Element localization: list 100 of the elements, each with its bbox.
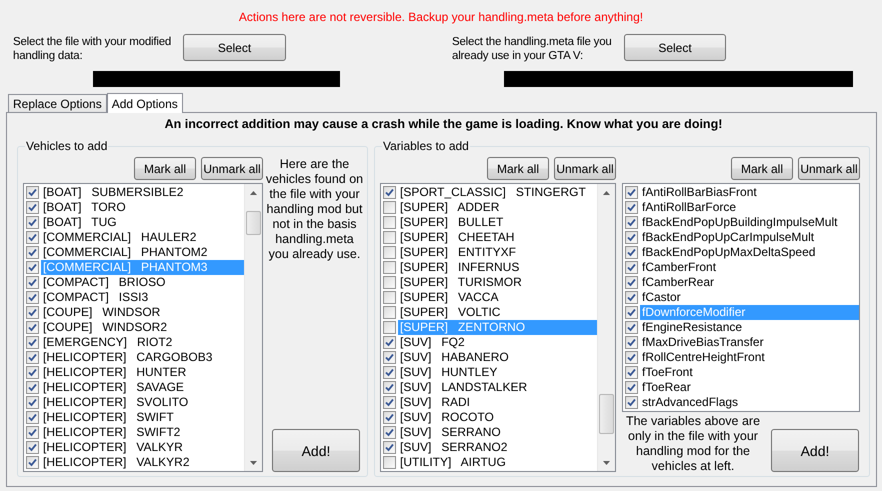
- list-item[interactable]: [SPORT_CLASSIC] STINGERGT: [398, 185, 597, 200]
- list-item[interactable]: [COMMERCIAL] PHANTOM2: [41, 245, 244, 260]
- checkbox[interactable]: [26, 306, 39, 319]
- add-button[interactable]: Add!: [272, 429, 360, 472]
- scrollbar[interactable]: [244, 184, 262, 471]
- list-item[interactable]: [SUPER] VOLTIC: [398, 305, 597, 320]
- checkbox[interactable]: [26, 366, 39, 379]
- checkbox[interactable]: [383, 291, 396, 304]
- checkbox-list[interactable]: [622, 183, 860, 412]
- checkbox[interactable]: [625, 306, 638, 319]
- checkbox[interactable]: [625, 231, 638, 244]
- list-item[interactable]: [EMERGENCY] RIOT2: [41, 335, 244, 350]
- list-item[interactable]: [SUV] SERRANO2: [398, 440, 597, 455]
- list-item[interactable]: [COMPACT] ISSI3: [41, 290, 244, 305]
- checkbox[interactable]: [625, 276, 638, 289]
- add-button[interactable]: Add!: [771, 429, 859, 472]
- checkbox-list[interactable]: [23, 183, 263, 472]
- mark-all-button[interactable]: Mark all: [134, 157, 196, 180]
- checkbox[interactable]: [383, 411, 396, 424]
- checkbox[interactable]: [625, 186, 638, 199]
- list-item[interactable]: fBackEndPopUpMaxDeltaSpeed: [640, 245, 859, 260]
- list-item[interactable]: [BOAT] TORO: [41, 200, 244, 215]
- checkbox[interactable]: [383, 231, 396, 244]
- checkbox[interactable]: [383, 426, 396, 439]
- list-item[interactable]: [SUPER] ADDER: [398, 200, 597, 215]
- select-button[interactable]: Select: [183, 34, 286, 61]
- checkbox[interactable]: [625, 351, 638, 364]
- checkbox[interactable]: [383, 246, 396, 259]
- list-item[interactable]: [SUV] ROCOTO: [398, 410, 597, 425]
- checkbox[interactable]: [26, 231, 39, 244]
- list-item[interactable]: [BOAT] SUBMERSIBLE2: [41, 185, 244, 200]
- checkbox[interactable]: [26, 441, 39, 454]
- list-item[interactable]: [UTILITY] AIRTUG: [398, 455, 597, 470]
- list-item[interactable]: [SUPER] VACCA: [398, 290, 597, 305]
- checkbox[interactable]: [383, 261, 396, 274]
- checkbox[interactable]: [383, 336, 396, 349]
- checkbox[interactable]: [26, 276, 39, 289]
- select-button[interactable]: Select: [624, 34, 726, 61]
- unmark-all-button[interactable]: Unmark all: [798, 157, 860, 180]
- checkbox[interactable]: [383, 366, 396, 379]
- list-item[interactable]: [COUPE] WINDSOR: [41, 305, 244, 320]
- list-item[interactable]: fMaxDriveBiasTransfer: [640, 335, 859, 350]
- list-item[interactable]: [HELICOPTER] VALKYR2: [41, 455, 244, 470]
- tab[interactable]: Replace Options: [8, 94, 107, 112]
- checkbox[interactable]: [383, 216, 396, 229]
- list-item[interactable]: fBackEndPopUpCarImpulseMult: [640, 230, 859, 245]
- scroll-down-arrow-icon[interactable]: [250, 460, 257, 464]
- checkbox[interactable]: [383, 351, 396, 364]
- checkbox[interactable]: [383, 276, 396, 289]
- list-item[interactable]: [SUV] RADI: [398, 395, 597, 410]
- checkbox[interactable]: [383, 441, 396, 454]
- list-item[interactable]: [COMMERCIAL] HAULER2: [41, 230, 244, 245]
- list-item[interactable]: [HELICOPTER] CARGOBOB3: [41, 350, 244, 365]
- scrollbar[interactable]: [597, 184, 615, 471]
- checkbox[interactable]: [26, 381, 39, 394]
- list-item[interactable]: [SUV] FQ2: [398, 335, 597, 350]
- checkbox[interactable]: [26, 396, 39, 409]
- checkbox[interactable]: [383, 321, 396, 334]
- list-item[interactable]: [HELICOPTER] SWIFT: [41, 410, 244, 425]
- checkbox[interactable]: [383, 396, 396, 409]
- list-item[interactable]: fToeRear: [640, 380, 859, 395]
- checkbox[interactable]: [625, 246, 638, 259]
- checkbox[interactable]: [383, 201, 396, 214]
- scroll-down-arrow-icon[interactable]: [603, 460, 610, 464]
- checkbox[interactable]: [383, 456, 396, 469]
- checkbox[interactable]: [26, 351, 39, 364]
- list-item[interactable]: [SUPER] TURISMOR: [398, 275, 597, 290]
- checkbox[interactable]: [26, 216, 39, 229]
- checkbox[interactable]: [26, 291, 39, 304]
- unmark-all-button[interactable]: Unmark all: [554, 157, 616, 180]
- checkbox[interactable]: [625, 216, 638, 229]
- checkbox[interactable]: [26, 456, 39, 469]
- list-item[interactable]: [SUV] HABANERO: [398, 350, 597, 365]
- list-item[interactable]: fToeFront: [640, 365, 859, 380]
- list-item[interactable]: fCastor: [640, 290, 859, 305]
- checkbox[interactable]: [383, 186, 396, 199]
- list-item[interactable]: [COMPACT] BRIOSO: [41, 275, 244, 290]
- list-item[interactable]: fCamberRear: [640, 275, 859, 290]
- checkbox-list[interactable]: [380, 183, 616, 472]
- list-item[interactable]: [COUPE] WINDSOR2: [41, 320, 244, 335]
- checkbox[interactable]: [26, 336, 39, 349]
- list-item[interactable]: [SUPER] CHEETAH: [398, 230, 597, 245]
- list-item[interactable]: fAntiRollBarForce: [640, 200, 859, 215]
- list-item[interactable]: [BOAT] TUG: [41, 215, 244, 230]
- checkbox[interactable]: [625, 381, 638, 394]
- list-item[interactable]: [HELICOPTER] SAVAGE: [41, 380, 244, 395]
- scroll-up-arrow-icon[interactable]: [250, 190, 257, 194]
- list-item[interactable]: [HELICOPTER] SWIFT2: [41, 425, 244, 440]
- unmark-all-button[interactable]: Unmark all: [201, 157, 263, 180]
- checkbox[interactable]: [625, 291, 638, 304]
- checkbox[interactable]: [383, 381, 396, 394]
- checkbox[interactable]: [26, 246, 39, 259]
- list-item[interactable]: fAntiRollBarBiasFront: [640, 185, 859, 200]
- list-item[interactable]: [SUV] SERRANO: [398, 425, 597, 440]
- scroll-thumb[interactable]: [599, 394, 614, 434]
- checkbox[interactable]: [26, 321, 39, 334]
- tab[interactable]: Add Options: [106, 93, 183, 113]
- checkbox[interactable]: [26, 201, 39, 214]
- checkbox[interactable]: [383, 306, 396, 319]
- checkbox[interactable]: [26, 186, 39, 199]
